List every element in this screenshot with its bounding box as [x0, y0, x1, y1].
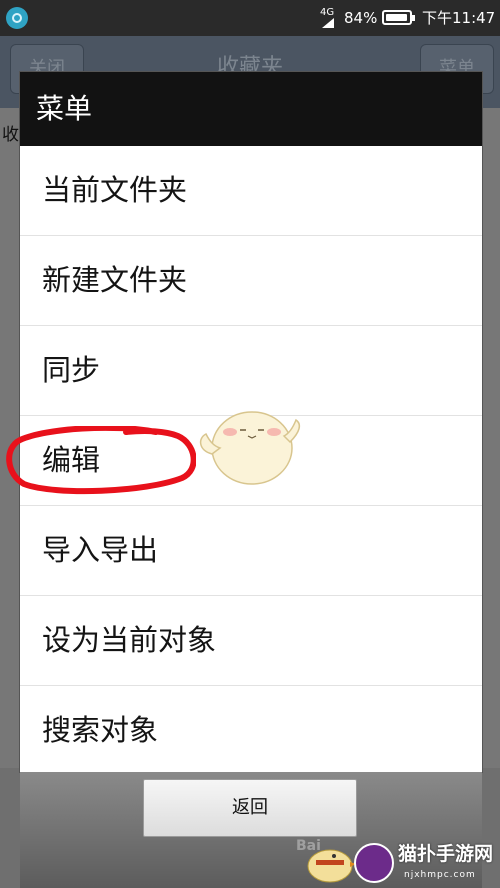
back-button[interactable]: 返回 [143, 779, 357, 837]
menu-item-label: 当前文件夹 [42, 173, 188, 207]
dialog-title-bar: 菜单 [20, 72, 482, 146]
menu-item-label: 搜索对象 [42, 713, 159, 747]
menu-item-new-folder[interactable]: 新建文件夹 [20, 236, 482, 326]
network-type-badge: 4G [320, 7, 335, 18]
site-watermark: 猫扑手游网 njxhmpc.com [304, 838, 500, 888]
watermark-domain: njxhmpc.com [404, 870, 476, 880]
menu-item-current-folder[interactable]: 当前文件夹 [20, 146, 482, 236]
menu-item-label: 设为当前对象 [42, 623, 217, 657]
signal-icon [322, 18, 334, 28]
menu-item-search-object[interactable]: 搜索对象 [20, 686, 482, 772]
menu-item-label: 导入导出 [42, 533, 159, 567]
menu-item-set-current-object[interactable]: 设为当前对象 [20, 596, 482, 686]
status-bar: 4G 84% 下午11:47 [0, 0, 500, 36]
clock: 下午11:47 [422, 9, 496, 27]
mascot-sticker [199, 411, 301, 485]
menu-item-label: 同步 [42, 353, 101, 387]
battery-percent: 84% [344, 9, 378, 27]
dialog-title: 菜单 [36, 92, 93, 125]
menu-item-label: 新建文件夹 [42, 263, 188, 297]
list-row-label: 收 [2, 125, 19, 145]
app-notification-icon [6, 7, 28, 29]
menu-item-import-export[interactable]: 导入导出 [20, 506, 482, 596]
bird-mascot-icon [307, 849, 356, 883]
site-logo-icon [354, 843, 394, 883]
menu-item-label: 编辑 [42, 443, 101, 477]
watermark-brand: 猫扑手游网 [398, 843, 494, 865]
battery-icon [382, 10, 415, 25]
